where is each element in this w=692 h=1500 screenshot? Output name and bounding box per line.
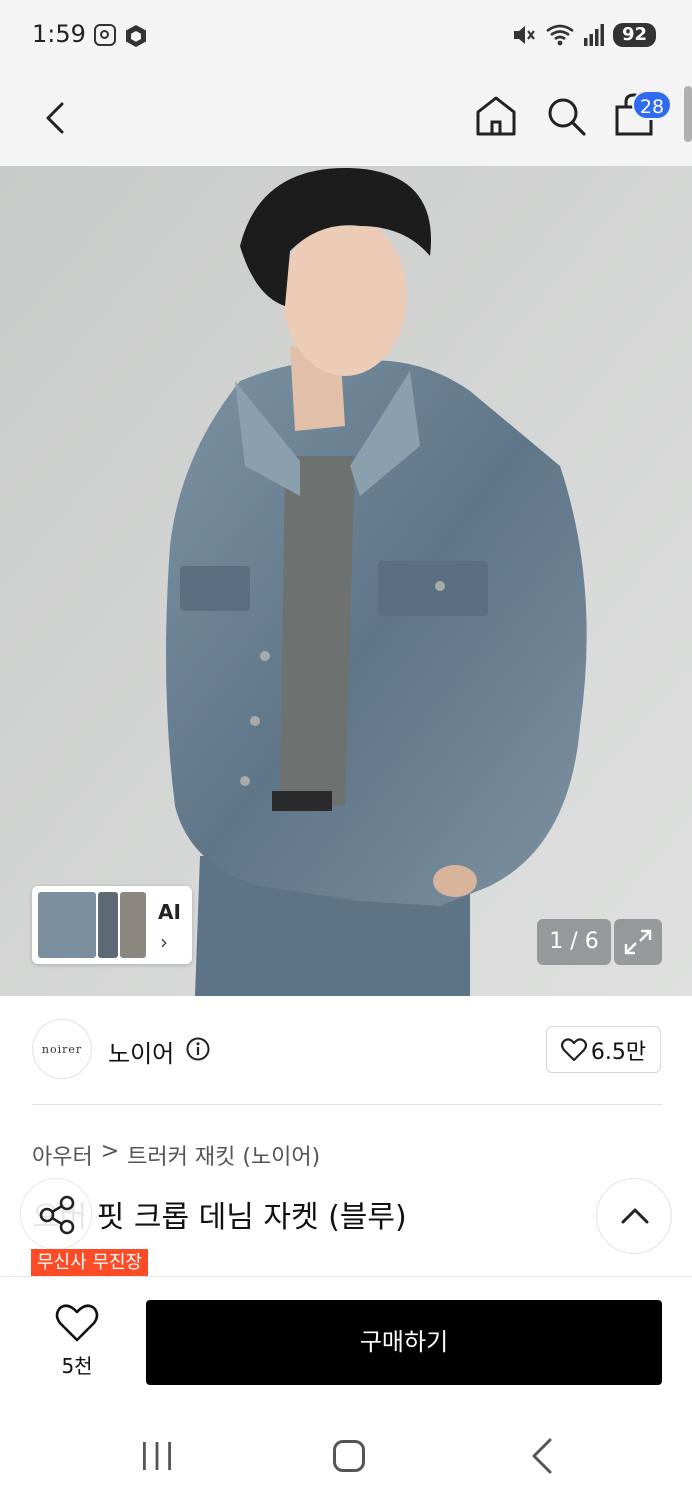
chevron-right-icon: › [160,930,168,954]
breadcrumb: 아우터 > 트러커 재킷 (노이어) [32,1139,320,1171]
ai-label: AI [158,900,181,924]
scroll-top-button[interactable] [596,1178,672,1254]
wishlist-button[interactable]: 5천 [46,1300,108,1384]
breadcrumb-subcategory[interactable]: 트러커 재킷 (노이어) [127,1139,320,1171]
ai-styling-card[interactable]: AI › [32,886,192,964]
wishlist-count: 5천 [61,1354,93,1378]
divider [32,1104,662,1105]
signal-icon [583,24,604,46]
status-bar: 1:59 92 [0,0,692,70]
recents-icon[interactable] [140,1440,174,1472]
info-icon[interactable] [186,1037,210,1061]
breadcrumb-separator: > [100,1139,120,1164]
promo-badge: 무신사 무진장 [31,1249,149,1277]
instagram-icon [94,24,116,46]
back-nav-icon[interactable] [528,1438,556,1474]
system-nav-bar [0,1400,692,1500]
share-icon [39,1195,75,1235]
cart-count-badge: 28 [632,90,672,120]
model-photo [0,166,692,996]
app-cube-icon [126,25,146,47]
status-indicators: 92 [511,22,656,48]
image-counter: 1 / 6 [537,919,611,965]
product-image[interactable]: AI › 1 / 6 [0,166,692,996]
status-time: 1:59 [32,20,86,48]
scroll-indicator [684,86,692,142]
brand-like-count: 6.5만 [590,1039,647,1065]
app-header: 28 [0,70,692,166]
ai-thumb-2 [98,892,118,958]
expand-icon [624,929,652,955]
brand-name[interactable]: 노이어 [108,1034,174,1069]
chevron-up-icon [621,1208,649,1224]
mute-icon [513,26,535,44]
brand-like-button[interactable]: 6.5만 [546,1026,661,1073]
buy-button[interactable]: 구매하기 [146,1300,662,1385]
heart-icon [560,1037,587,1061]
brand-logo[interactable]: noirer [32,1019,92,1079]
expand-button[interactable] [614,919,662,965]
battery-level: 92 [612,23,656,47]
ai-thumb-1 [38,892,96,958]
share-button[interactable] [20,1178,92,1250]
home-nav-icon[interactable] [333,1440,365,1472]
ai-thumb-3 [120,892,146,958]
search-icon[interactable] [544,94,588,138]
heart-icon [55,1304,99,1342]
back-icon[interactable] [36,98,76,138]
wifi-icon [546,24,574,46]
home-icon[interactable] [474,94,518,138]
breadcrumb-category[interactable]: 아우터 [32,1139,93,1171]
